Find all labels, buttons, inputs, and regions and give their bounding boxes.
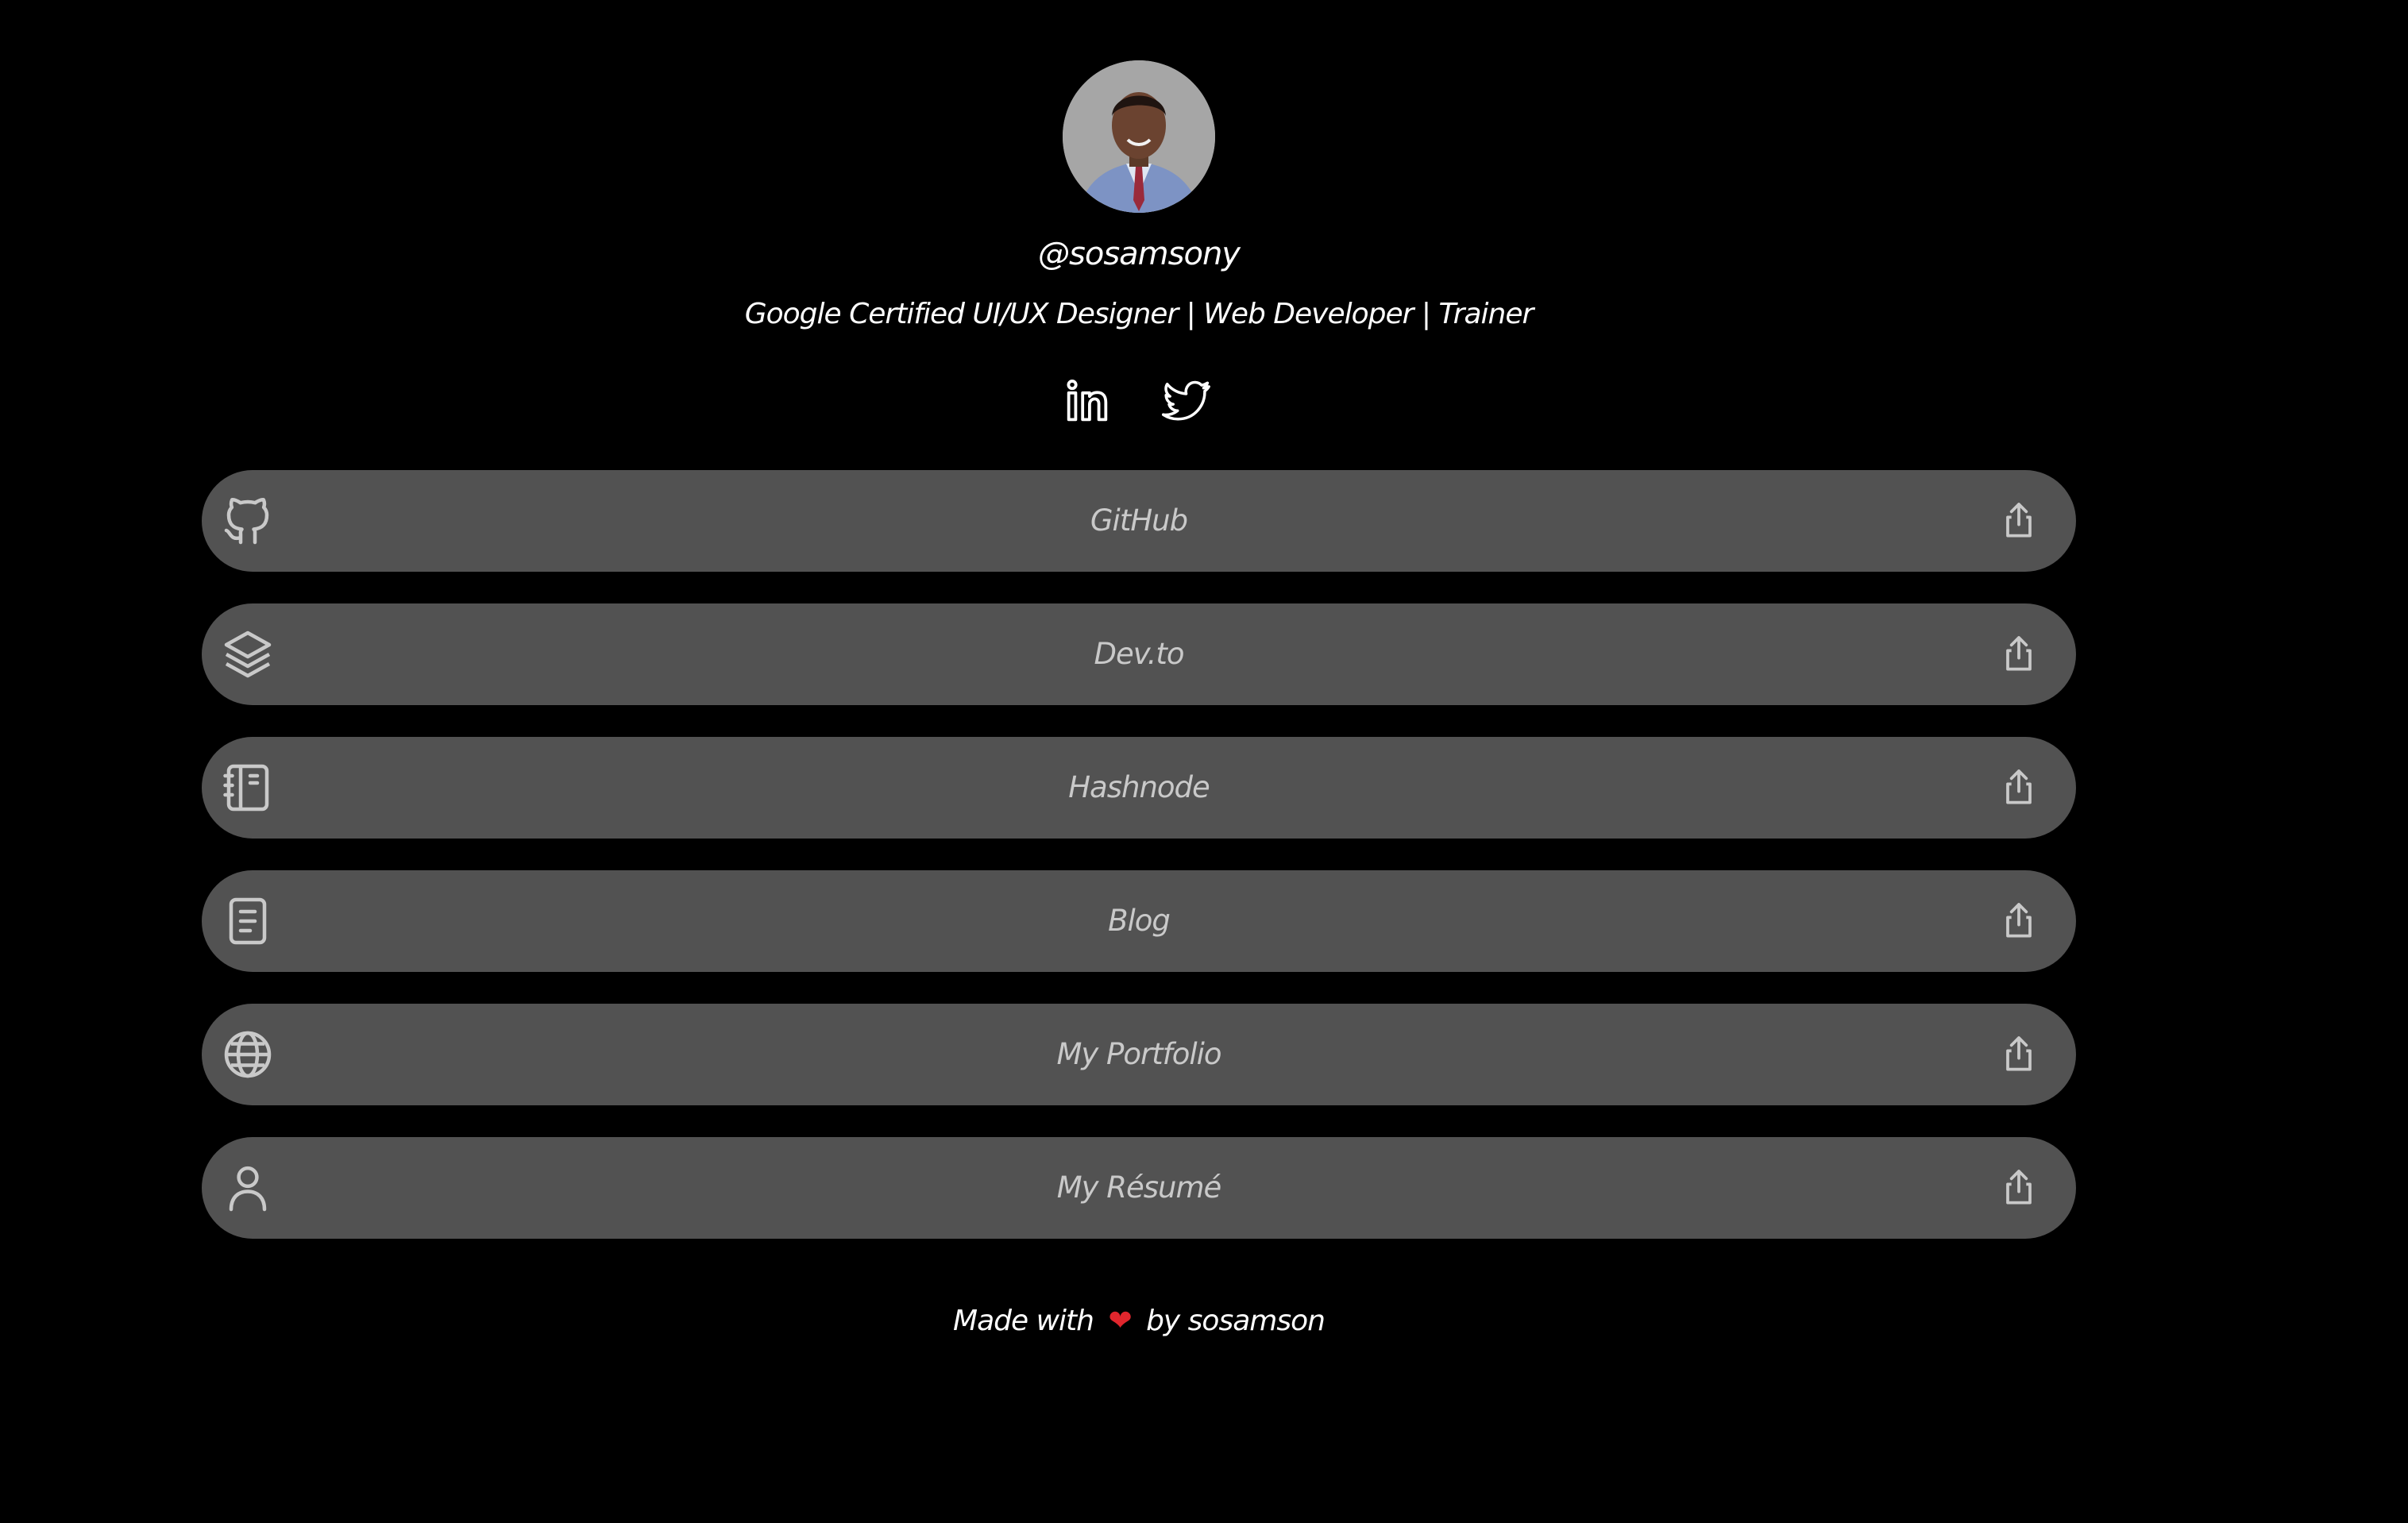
profile-bio: Google Certified UI/UX Designer | Web De…: [744, 298, 1534, 330]
link-card-portfolio[interactable]: My Portfolio: [202, 1004, 2076, 1105]
link-card-blog[interactable]: Blog: [202, 870, 2076, 972]
footer-suffix: by sosamson: [1146, 1305, 1326, 1337]
link-card-resume[interactable]: My Résumé: [202, 1137, 2076, 1239]
share-icon[interactable]: [1997, 765, 2041, 810]
link-list: GitHub Dev.to Hashnode Blog My Portfolio…: [202, 470, 2076, 1270]
profile-handle: @sosamsony: [1038, 236, 1241, 272]
footer-prefix: Made with: [953, 1305, 1094, 1337]
link-label: My Portfolio: [1056, 1037, 1221, 1071]
linkedin-icon: [1067, 380, 1108, 422]
link-card-hashnode[interactable]: Hashnode: [202, 737, 2076, 839]
link-card-devto[interactable]: Dev.to: [202, 603, 2076, 705]
link-card-github[interactable]: GitHub: [202, 470, 2076, 572]
avatar: [1063, 60, 1215, 213]
share-icon[interactable]: [1997, 1032, 2041, 1077]
link-label: Hashnode: [1068, 770, 1210, 804]
twitter-icon: [1161, 380, 1210, 421]
share-icon[interactable]: [1997, 899, 2041, 943]
footer: Made with ❤ by sosamson: [0, 1297, 2278, 1345]
share-icon[interactable]: [1997, 632, 2041, 677]
link-label: My Résumé: [1056, 1170, 1222, 1205]
link-label: GitHub: [1090, 503, 1188, 538]
heart-icon: ❤: [1108, 1305, 1132, 1337]
social-links: [1064, 373, 1215, 429]
share-icon[interactable]: [1997, 499, 2041, 543]
link-label: Dev.to: [1094, 637, 1184, 671]
link-label: Blog: [1108, 904, 1171, 938]
linkedin-link[interactable]: [1059, 373, 1115, 429]
twitter-link[interactable]: [1158, 373, 1214, 429]
share-icon[interactable]: [1997, 1166, 2041, 1210]
avatar-photo: [1063, 60, 1215, 213]
